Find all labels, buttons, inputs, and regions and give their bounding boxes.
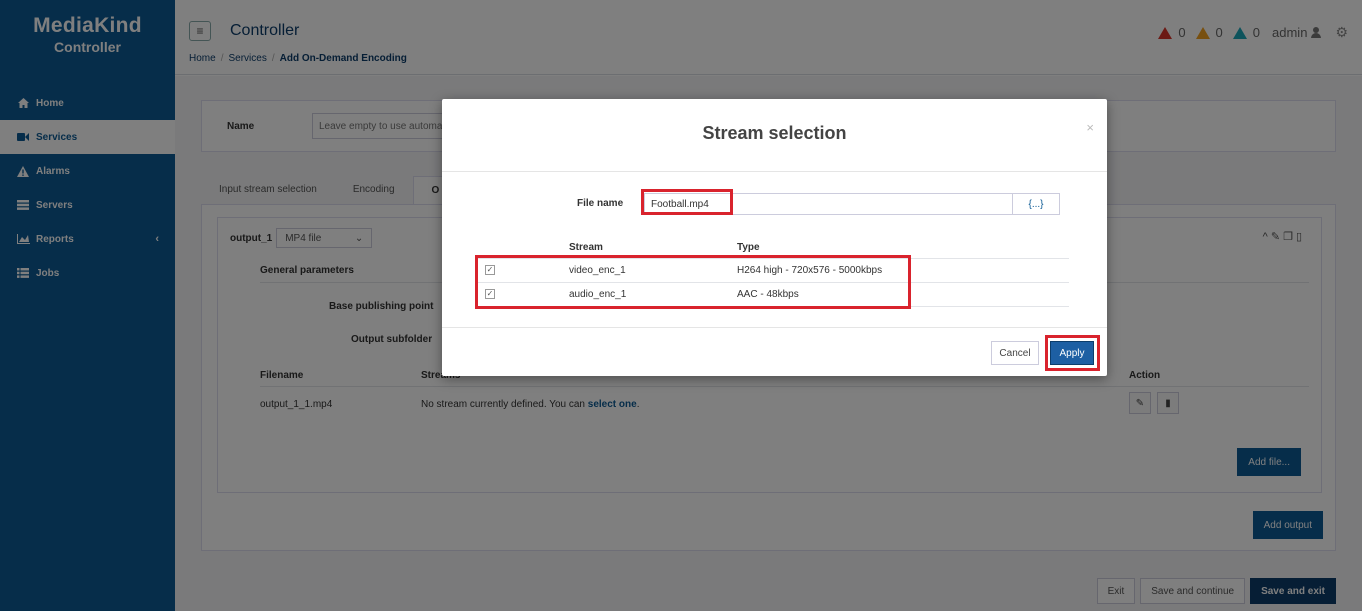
stream-row: ✓ audio_enc_1 AAC - 48kbps [477, 283, 1069, 307]
file-name-label: File name [577, 198, 624, 209]
divider [442, 327, 1107, 328]
close-icon[interactable]: × [1086, 120, 1094, 135]
column-header-type: Type [737, 242, 760, 253]
cancel-button[interactable]: Cancel [991, 341, 1039, 365]
divider [442, 171, 1107, 172]
modal-title: Stream selection [702, 123, 847, 143]
stream-row: ✓ video_enc_1 H264 high - 720x576 - 5000… [477, 259, 1069, 283]
stream-checkbox[interactable]: ✓ [485, 265, 495, 275]
stream-name: video_enc_1 [569, 265, 626, 276]
macro-button[interactable]: {...} [1012, 193, 1060, 215]
stream-type: H264 high - 720x576 - 5000kbps [737, 265, 883, 276]
stream-selection-modal: Stream selection × File name {...} Strea… [442, 99, 1107, 376]
apply-button[interactable]: Apply [1050, 341, 1094, 365]
column-header-stream: Stream [569, 242, 603, 253]
stream-name: audio_enc_1 [569, 289, 627, 300]
file-name-input[interactable] [644, 193, 1015, 215]
stream-type: AAC - 48kbps [737, 289, 799, 300]
stream-checkbox[interactable]: ✓ [485, 289, 495, 299]
